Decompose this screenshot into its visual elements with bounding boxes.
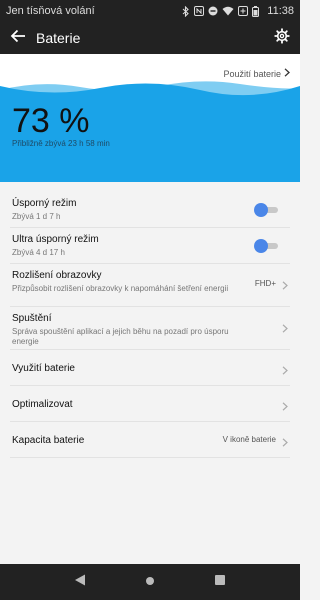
chevron-right-icon xyxy=(282,362,288,380)
chevron-right-icon xyxy=(282,398,288,416)
launch-title: Spuštění xyxy=(12,313,52,324)
back-button[interactable] xyxy=(0,22,36,54)
ultra-power-saving-subtitle: Zbývá 4 d 17 h xyxy=(12,248,65,257)
time-remaining: Přibližně zbývá 23 h 58 min xyxy=(12,139,110,148)
launch-subtitle: Správa spouštění aplikací a jejich běhu … xyxy=(12,327,229,346)
do-not-disturb-icon xyxy=(208,6,218,16)
toggle-knob xyxy=(254,239,268,253)
chevron-right-icon xyxy=(282,434,288,452)
back-triangle-icon xyxy=(73,573,87,592)
chevron-right-icon xyxy=(284,68,290,79)
optimize-title: Optimalizovat xyxy=(12,399,73,410)
power-saving-title: Úsporný režim xyxy=(12,198,77,209)
ultra-power-saving-toggle[interactable] xyxy=(254,239,280,253)
recents-square-icon xyxy=(214,573,226,591)
status-icons: 11:38 xyxy=(182,5,294,17)
battery-usage-title: Využití baterie xyxy=(12,363,75,374)
clock: 11:38 xyxy=(267,5,294,17)
ultra-power-saving-title: Ultra úsporný režim xyxy=(12,234,99,245)
power-saving-subtitle: Zbývá 1 d 7 h xyxy=(12,212,61,221)
screen-resolution-title: Rozlišení obrazovky xyxy=(12,270,102,281)
battery-saver-icon xyxy=(238,6,249,16)
battery-icon xyxy=(252,5,260,17)
nfc-icon xyxy=(194,6,205,16)
nav-recents-button[interactable] xyxy=(210,572,230,592)
back-arrow-icon xyxy=(10,29,26,48)
nav-back-button[interactable] xyxy=(70,572,90,592)
nav-home-button[interactable] xyxy=(140,572,160,592)
battery-usage-link-label: Použití baterie xyxy=(223,68,281,79)
toggle-knob xyxy=(254,203,268,217)
home-circle-icon xyxy=(145,573,155,591)
app-bar: Baterie xyxy=(0,22,300,54)
chevron-right-icon xyxy=(282,320,288,338)
bluetooth-icon xyxy=(182,5,190,17)
screen-resolution-row[interactable]: Rozlišení obrazovky Přizpůsobit rozlišen… xyxy=(10,264,290,307)
battery-usage-link[interactable]: Použití baterie xyxy=(223,68,290,79)
wifi-icon xyxy=(222,6,234,16)
battery-usage-row[interactable]: Využití baterie xyxy=(10,350,290,386)
battery-percentage-title: Kapacita baterie xyxy=(12,435,85,446)
optimize-row[interactable]: Optimalizovat xyxy=(10,386,290,422)
launch-row[interactable]: Spuštění Správa spouštění aplikací a jej… xyxy=(10,307,290,350)
settings-button[interactable] xyxy=(264,22,300,54)
battery-hero: Použití baterie 73 % Přibližně zbývá 23 … xyxy=(0,54,300,182)
chevron-right-icon xyxy=(282,277,288,295)
screen-resolution-subtitle: Přizpůsobit rozlišení obrazovky k napomá… xyxy=(12,284,229,293)
page-title: Baterie xyxy=(36,30,81,46)
power-saving-toggle[interactable] xyxy=(254,203,280,217)
carrier-text: Jen tísňová volání xyxy=(6,5,95,17)
battery-percentage-value: V ikoně baterie xyxy=(222,435,276,444)
power-saving-row[interactable]: Úsporný režim Zbývá 1 d 7 h xyxy=(10,192,290,228)
status-bar: Jen tísňová volání 11:38 xyxy=(0,0,300,22)
gear-icon xyxy=(274,27,290,49)
navigation-bar xyxy=(0,564,300,600)
ultra-power-saving-row[interactable]: Ultra úsporný režim Zbývá 4 d 17 h xyxy=(10,228,290,264)
settings-list: Úsporný režim Zbývá 1 d 7 h Ultra úsporn… xyxy=(0,192,300,458)
battery-percentage-row[interactable]: Kapacita baterie V ikoně baterie xyxy=(10,422,290,458)
screen-resolution-value: FHD+ xyxy=(254,279,276,288)
battery-percentage: 73 % xyxy=(12,102,90,140)
